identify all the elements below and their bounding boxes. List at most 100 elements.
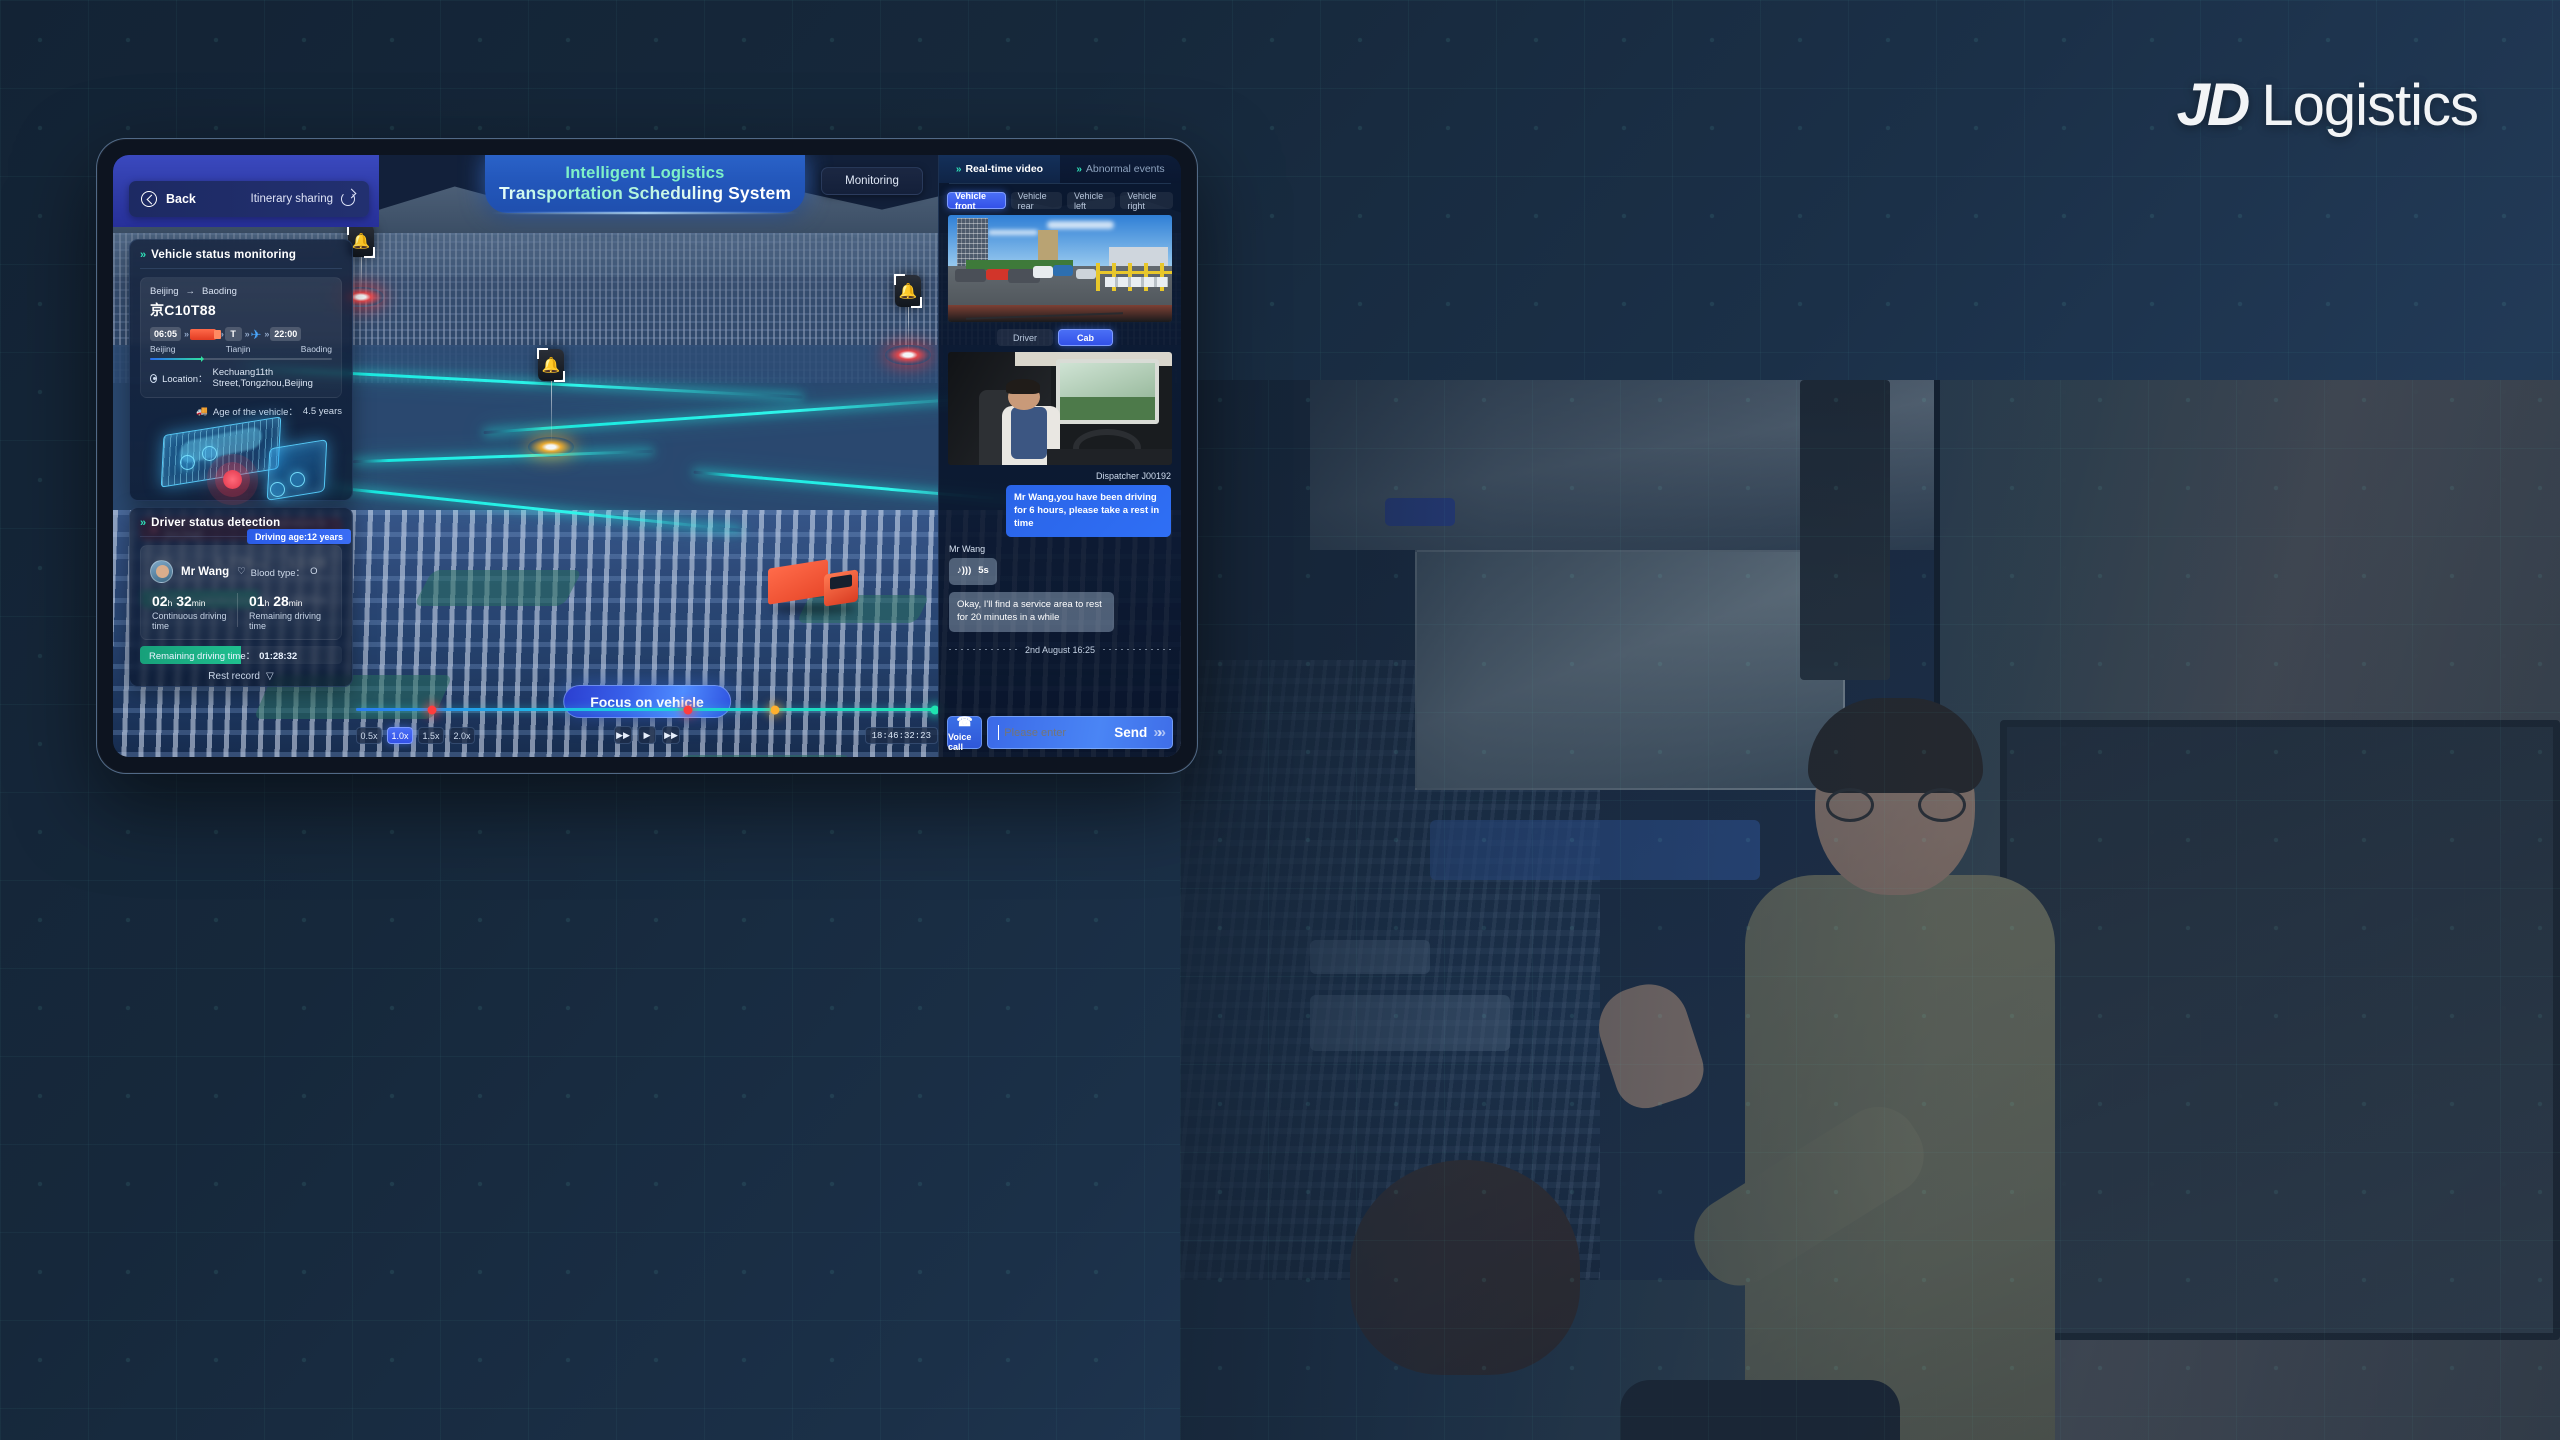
trip-stop-0: Beijing: [150, 344, 176, 354]
rewind-icon[interactable]: ▶▶: [614, 726, 632, 744]
timeline-progress: [356, 708, 938, 711]
dispatcher-label: Dispatcher J00192: [1095, 471, 1171, 481]
stat-minutes-unit: min: [288, 598, 303, 608]
voice-message-bubble[interactable]: ♪))) 5s: [949, 558, 997, 586]
playback-speed-group: 0.5x 1.0x 1.5x 2.0x: [356, 727, 475, 744]
speed-1-0x[interactable]: 1.0x: [387, 727, 413, 744]
timestamp-divider: [1103, 649, 1171, 651]
vehicle-location-row: Location： Kechuang11th Street,Tongzhou,B…: [150, 367, 332, 389]
trip-timeline: 06:05 » » T » ✈ » 22:00: [150, 327, 332, 341]
stat-minutes: 32: [176, 593, 192, 609]
stat-label: Continuous driving time: [152, 611, 227, 631]
map-alert-marker-red[interactable]: 🔔: [894, 274, 922, 308]
playback-timecode: 18:46:32:23: [864, 727, 938, 744]
playback-transport-controls: ▶▶ ▶ ▶▶: [614, 726, 680, 744]
dashcam-car: [1053, 265, 1074, 276]
timeline-marker-red[interactable]: [683, 705, 693, 714]
fast-forward-icon[interactable]: ▶▶: [662, 726, 680, 744]
dashcam-car: [986, 268, 1011, 281]
tab-abnormal-events[interactable]: » Abnormal events: [1060, 155, 1181, 183]
camera-view-selector: Vehicle front Vehicle rear Vehicle left …: [939, 184, 1181, 215]
truck-icon: [189, 328, 221, 340]
jd-logistics-logo: JD Logistics: [2176, 70, 2479, 139]
voice-call-button[interactable]: ☎ Voice call: [947, 713, 983, 752]
back-button[interactable]: Back: [141, 191, 196, 207]
playback-timeline[interactable]: [356, 705, 940, 714]
stat-minutes: 28: [273, 593, 289, 609]
map-green-area: [664, 755, 852, 757]
overheated-tire-indicator[interactable]: [223, 470, 242, 489]
location-pin-icon: [150, 373, 158, 383]
camera-vehicle-right[interactable]: Vehicle right: [1120, 191, 1173, 211]
panel-title: Vehicle status monitoring: [151, 249, 297, 261]
chevron-right-icon: »: [955, 163, 961, 175]
camera-vehicle-rear[interactable]: Vehicle rear: [1010, 191, 1063, 211]
cab-video-feed[interactable]: [948, 352, 1172, 465]
message-sender-driver: Mr Wang: [949, 544, 986, 555]
speed-0-5x[interactable]: 0.5x: [356, 727, 382, 744]
trip-depart-time: 06:05: [150, 327, 182, 341]
chevron-down-icon: ▽: [265, 671, 274, 682]
voice-call-label: Voice call: [948, 731, 972, 752]
play-icon[interactable]: ▶: [638, 726, 656, 744]
marker-leader-line: [551, 381, 552, 445]
message-bubble-dispatcher: Mr Wang,you have been driving for 6 hour…: [1006, 485, 1171, 538]
message-input[interactable]: [1004, 726, 1115, 739]
message-row-driver: Okay, I'll find a service area to rest f…: [939, 592, 1181, 639]
truck-trailer: [768, 559, 828, 605]
back-label: Back: [166, 192, 196, 206]
vehicle-age-row: 🚚 Age of the vehicle： 4.5 years: [140, 404, 342, 419]
app-screen: 🔔 🔔 🔔 Back Itinerary sharing Intelligent…: [113, 155, 1181, 757]
panel-title: Driver status detection: [151, 517, 281, 529]
focus-on-vehicle-button[interactable]: Focus on vehicle: [563, 685, 731, 718]
vehicle-age-value: 4.5 years: [302, 405, 342, 417]
timeline-marker-red[interactable]: [427, 705, 437, 714]
view-driver[interactable]: Driver: [997, 329, 1053, 346]
app-title-banner: Intelligent Logistics Transportation Sch…: [485, 155, 805, 213]
stat-hours-unit: h: [167, 598, 173, 608]
trip-stop-1: Tianjin: [225, 344, 251, 354]
trip-progress-bar: [150, 356, 332, 362]
wireframe-wheel: [270, 482, 285, 497]
dashcam-cloud: [1046, 221, 1114, 229]
app-title-line2: Transportation Scheduling System: [498, 182, 791, 203]
wireframe-wheel: [202, 446, 217, 461]
avatar: [150, 560, 173, 583]
speed-1-5x[interactable]: 1.5x: [418, 727, 444, 744]
vehicle-plate-number: 京C10T88: [150, 302, 216, 318]
truck-small-icon: 🚚: [196, 405, 208, 417]
logo-logistics-text: Logistics: [2261, 73, 2479, 138]
dashcam-car: [954, 268, 987, 283]
panel-header: » Vehicle status monitoring: [140, 249, 342, 269]
stat-label: Remaining driving time: [249, 611, 322, 631]
map-alert-marker-amber[interactable]: 🔔: [537, 348, 565, 382]
phone-icon: ☎: [956, 713, 973, 729]
camera-vehicle-front[interactable]: Vehicle front: [947, 191, 1006, 211]
rest-record-button[interactable]: Rest record ▽: [140, 671, 342, 682]
message-input-bar[interactable]: Send »»: [987, 716, 1173, 749]
monitor-frame: 🔔 🔔 🔔 Back Itinerary sharing Intelligent…: [96, 138, 1198, 774]
tab-abnormal-events-label: Abnormal events: [1085, 163, 1165, 175]
blood-type-label: Blood type：: [250, 567, 306, 579]
camera-vehicle-left[interactable]: Vehicle left: [1067, 191, 1116, 211]
view-cab[interactable]: Cab: [1058, 329, 1114, 346]
message-row-dispatcher: Mr Wang,you have been driving for 6 hour…: [939, 485, 1181, 544]
timeline-marker-amber[interactable]: [770, 705, 780, 714]
tab-realtime-video[interactable]: » Real-time video: [939, 155, 1060, 183]
dashcam-video-feed[interactable]: [948, 215, 1172, 322]
chat-timestamp-row: 2nd August 16:25: [939, 639, 1181, 655]
wireframe-wheel: [180, 455, 195, 470]
itinerary-sharing-button[interactable]: Itinerary sharing: [251, 192, 355, 206]
speed-2-0x[interactable]: 2.0x: [449, 727, 475, 744]
map-alert-pulse-red: [885, 345, 931, 365]
trip-destination: Baoding: [202, 286, 237, 297]
right-panel-tabs: » Real-time video » Abnormal events: [939, 155, 1181, 183]
trip-stop-2: Baoding: [300, 344, 332, 354]
tab-monitoring[interactable]: Monitoring: [821, 167, 923, 195]
logo-jd-text: JD: [2176, 71, 2251, 138]
send-button[interactable]: Send: [1114, 725, 1147, 740]
vehicle-3d-wireframe[interactable]: [140, 416, 342, 514]
map-vehicle-truck[interactable]: [768, 559, 860, 622]
stat-hours: 01: [249, 593, 265, 609]
remaining-driving-label: Remaining driving time：: [149, 651, 256, 662]
